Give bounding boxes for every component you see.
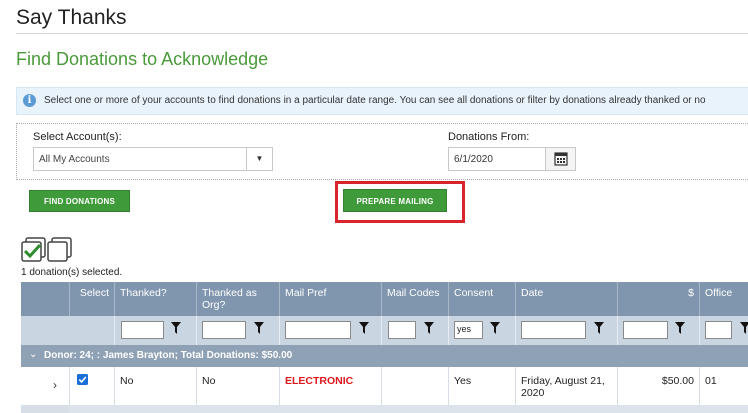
account-select-value: All My Accounts bbox=[39, 154, 110, 165]
table-row[interactable]: › No No ELECTRONIC Yes Friday, August 21… bbox=[21, 367, 748, 405]
filter-icon[interactable] bbox=[740, 322, 748, 334]
row-select-checkbox[interactable] bbox=[77, 374, 88, 385]
title-divider bbox=[16, 33, 748, 34]
highlight-annotation-box bbox=[335, 181, 465, 223]
info-banner: i Select one or more of your accounts to… bbox=[16, 87, 748, 115]
column-header-thanked[interactable]: Thanked? bbox=[114, 282, 196, 316]
filter-input-date[interactable] bbox=[521, 321, 586, 339]
donations-from-field[interactable]: 6/1/2020 bbox=[448, 147, 576, 171]
filter-panel: Select Account(s): All My Accounts ▼ Don… bbox=[16, 123, 748, 180]
filter-cell-office bbox=[699, 316, 748, 345]
filter-cell-amount bbox=[617, 316, 699, 345]
donations-grid: Select Thanked? Thanked as Org? Mail Pre… bbox=[21, 282, 748, 413]
cell-date: Friday, August 21, 2020 bbox=[515, 367, 617, 405]
filter-cell-thanked bbox=[114, 316, 196, 345]
filter-cell-mail-codes bbox=[381, 316, 448, 345]
filter-icon[interactable] bbox=[359, 322, 369, 334]
chevron-down-icon[interactable]: ⌄ bbox=[29, 349, 37, 360]
column-header-select[interactable]: Select bbox=[69, 282, 114, 316]
section-title: Find Donations to Acknowledge bbox=[16, 49, 269, 69]
filter-icon[interactable] bbox=[254, 322, 264, 334]
column-header-thanked-org[interactable]: Thanked as Org? bbox=[196, 282, 279, 316]
column-header-date[interactable]: Date bbox=[515, 282, 617, 316]
filter-icon[interactable] bbox=[490, 322, 500, 334]
filter-icon[interactable] bbox=[171, 322, 181, 334]
chevron-right-icon[interactable]: › bbox=[53, 378, 57, 392]
filter-cell-mail-pref bbox=[279, 316, 381, 345]
cell-mail-codes bbox=[381, 367, 448, 405]
filter-cell-date bbox=[515, 316, 617, 345]
page-title: Say Thanks bbox=[16, 6, 127, 29]
filter-input-office[interactable] bbox=[705, 321, 732, 339]
account-label: Select Account(s): bbox=[33, 131, 122, 143]
column-header-amount[interactable]: $ bbox=[617, 282, 699, 316]
donor-group-row[interactable]: ⌄ Donor: 24; : James Brayton; Total Dona… bbox=[21, 345, 748, 367]
filter-icon[interactable] bbox=[675, 322, 685, 334]
column-header-mail-pref[interactable]: Mail Pref bbox=[279, 282, 381, 316]
column-header-office[interactable]: Office bbox=[699, 282, 748, 316]
cell-office: 01 bbox=[699, 367, 748, 405]
filter-input-consent[interactable]: yes bbox=[454, 321, 483, 339]
chevron-down-icon[interactable]: ▼ bbox=[246, 148, 272, 170]
row-select-cell bbox=[69, 367, 114, 405]
filter-input-mail-codes[interactable] bbox=[388, 321, 416, 339]
filter-cell-consent: yes bbox=[448, 316, 515, 345]
cell-thanked-org: No bbox=[196, 367, 279, 405]
cell-consent: Yes bbox=[448, 367, 515, 405]
select-all-icon[interactable] bbox=[21, 237, 75, 263]
selected-count: 1 donation(s) selected. bbox=[21, 267, 123, 278]
grid-header: Select Thanked? Thanked as Org? Mail Pre… bbox=[21, 282, 748, 316]
column-header-mail-codes[interactable]: Mail Codes bbox=[381, 282, 448, 316]
filter-input-thanked[interactable] bbox=[121, 321, 164, 339]
find-donations-button[interactable]: FIND DONATIONS bbox=[29, 190, 130, 212]
cell-mail-pref: ELECTRONIC bbox=[279, 367, 381, 405]
calendar-icon[interactable] bbox=[545, 148, 575, 170]
grid-filter-row: yes bbox=[21, 316, 748, 345]
filter-input-amount[interactable] bbox=[623, 321, 668, 339]
info-text: Select one or more of your accounts to f… bbox=[44, 95, 706, 106]
filter-icon[interactable] bbox=[424, 322, 434, 334]
cell-thanked: No bbox=[114, 367, 196, 405]
info-icon: i bbox=[23, 94, 36, 107]
column-header-consent[interactable]: Consent bbox=[448, 282, 515, 316]
filter-icon[interactable] bbox=[594, 322, 604, 334]
donations-from-value: 6/1/2020 bbox=[454, 154, 493, 165]
account-select[interactable]: All My Accounts ▼ bbox=[33, 147, 273, 171]
donor-group-label: Donor: 24; : James Brayton; Total Donati… bbox=[44, 350, 293, 361]
filter-cell-thanked-org bbox=[196, 316, 279, 345]
filter-input-thanked-org[interactable] bbox=[202, 321, 246, 339]
donations-from-label: Donations From: bbox=[448, 131, 530, 143]
cell-amount: $50.00 bbox=[617, 367, 699, 405]
filter-input-mail-pref[interactable] bbox=[285, 321, 351, 339]
